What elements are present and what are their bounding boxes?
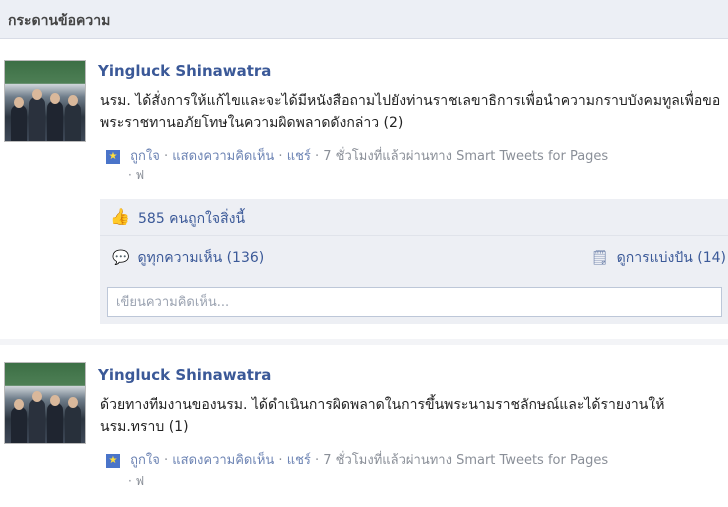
thumbs-up-icon: 👍 — [110, 207, 130, 226]
post-message: ด้วยทางทีมงานของนรม. ได้ดำเนินการผิดพลาด… — [100, 397, 665, 435]
comments-label: ดูทุกความเห็น (136) — [137, 250, 265, 266]
share-icon: 🗒 — [590, 250, 609, 266]
comment-input[interactable]: เขียนความคิดเห็น... — [107, 287, 722, 317]
view-shares-link[interactable]: 🗒 ดูการแบ่งปัน (14) — [591, 247, 726, 269]
likes-count-link[interactable]: 585 คนถูกใจสิ่งนี้ — [138, 208, 245, 230]
post-meta-extra: · ฟ — [128, 168, 145, 182]
likes-row: 👍 585 คนถูกใจสิ่งนี้ — [100, 199, 728, 236]
post-meta: ★ ถูกใจ · แสดงความคิดเห็น · แชร์ · 7 ชั่… — [106, 145, 726, 166]
post-meta-extra: · ฟ — [128, 474, 145, 488]
author-avatar[interactable] — [4, 362, 86, 444]
post-divider — [0, 339, 728, 345]
author-avatar[interactable] — [4, 60, 86, 142]
shares-label: ดูการแบ่งปัน (14) — [616, 250, 726, 266]
page-header: กระดานข้อความ — [0, 0, 728, 39]
view-comments-link[interactable]: 💬 ดูทุกความเห็น (136) — [112, 247, 264, 269]
post-timestamp: 7 ชั่วโมงที่แล้วผ่านทาง Smart Tweets for… — [323, 453, 609, 468]
author-name-link[interactable]: Yingluck Shinawatra — [98, 62, 271, 80]
post-timestamp: 7 ชั่วโมงที่แล้วผ่านทาง Smart Tweets for… — [323, 149, 609, 164]
share-link[interactable]: แชร์ — [287, 149, 311, 164]
comment-link[interactable]: แสดงความคิดเห็น — [172, 453, 274, 468]
post-message: นรม. ได้สั่งการให้แก้ไขและจะได้มีหนังสือ… — [100, 93, 721, 131]
comment-link[interactable]: แสดงความคิดเห็น — [172, 149, 274, 164]
app-icon: ★ — [106, 149, 120, 164]
app-icon: ★ — [106, 453, 120, 468]
like-link[interactable]: ถูกใจ — [130, 453, 160, 468]
like-link[interactable]: ถูกใจ — [130, 149, 160, 164]
speech-bubble-icon: 💬 — [112, 250, 130, 266]
author-name-link[interactable]: Yingluck Shinawatra — [98, 366, 271, 384]
post-actions-row: 💬 ดูทุกความเห็น (136) 🗒 ดูการแบ่งปัน (14) — [100, 236, 728, 280]
post-meta: ★ ถูกใจ · แสดงความคิดเห็น · แชร์ · 7 ชั่… — [106, 449, 726, 470]
share-link[interactable]: แชร์ — [287, 453, 311, 468]
page-title: กระดานข้อความ — [8, 13, 111, 29]
